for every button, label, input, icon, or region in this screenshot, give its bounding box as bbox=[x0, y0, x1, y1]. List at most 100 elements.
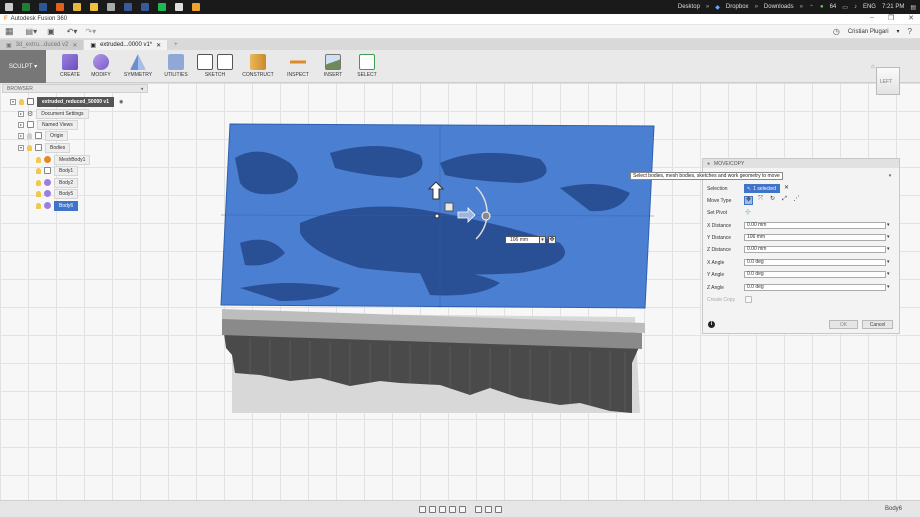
display-settings-icon[interactable] bbox=[474, 505, 482, 513]
browser-body-meshbody1[interactable]: MeshBody1 bbox=[36, 154, 91, 165]
expand-icon[interactable]: ▸ bbox=[18, 121, 24, 128]
grid-menu-icon[interactable]: ▦ bbox=[5, 26, 14, 37]
close-tab-icon[interactable]: ✕ bbox=[72, 42, 77, 49]
facebook-icon[interactable] bbox=[124, 3, 132, 11]
browser-body-body1[interactable]: Body1 bbox=[36, 165, 79, 176]
move-handle-icon[interactable]: ✥ bbox=[548, 236, 556, 244]
downloads-link[interactable]: Downloads bbox=[764, 4, 794, 10]
info-icon[interactable]: i bbox=[708, 321, 715, 328]
construct-menu[interactable]: CONSTRUCT bbox=[236, 50, 280, 83]
x-distance-dropdown-icon[interactable]: ▾ bbox=[887, 222, 890, 228]
orbit-icon[interactable] bbox=[418, 505, 426, 513]
z-distance-input[interactable]: 0.00 mm bbox=[744, 246, 886, 253]
visibility-bulb-icon[interactable] bbox=[36, 190, 41, 197]
browser-item-bodies[interactable]: ▾ Bodies bbox=[18, 142, 71, 153]
tab-document-2[interactable]: ▣ extruded...0000 v1* ✕ bbox=[84, 40, 168, 50]
tray-up-icon[interactable]: ⌃ bbox=[809, 4, 814, 11]
viewcube[interactable]: LEFT bbox=[876, 67, 900, 95]
insert-menu[interactable]: INSERT bbox=[316, 50, 350, 83]
browser-body-body6[interactable]: Body6 bbox=[36, 200, 79, 211]
visibility-bulb-icon[interactable] bbox=[36, 202, 41, 209]
sketch-menu[interactable]: SKETCH bbox=[194, 50, 236, 83]
close-tab-icon[interactable]: ✕ bbox=[156, 42, 161, 49]
undo-icon[interactable]: ↶▾ bbox=[67, 27, 78, 36]
home-icon[interactable]: ⌂ bbox=[871, 64, 875, 70]
browser-body-body2[interactable]: Body2 bbox=[36, 177, 79, 188]
y-angle-dropdown-icon[interactable]: ▾ bbox=[887, 271, 890, 277]
y-distance-dropdown-icon[interactable]: ▾ bbox=[887, 234, 890, 240]
free-move-icon[interactable]: ✥ bbox=[744, 196, 753, 205]
zoom-icon[interactable] bbox=[448, 505, 456, 513]
browser-item-named-views[interactable]: ▸ Named Views bbox=[18, 119, 78, 130]
visibility-bulb-icon[interactable] bbox=[19, 98, 24, 105]
visibility-bulb-icon[interactable] bbox=[36, 156, 41, 163]
fusion-icon[interactable] bbox=[192, 3, 200, 11]
x-angle-input[interactable]: 0.0 deg bbox=[744, 259, 886, 266]
browser-root[interactable]: ▾ extruded_reduced_50000 v1 ◉ bbox=[10, 96, 123, 107]
new-tab-button[interactable]: + bbox=[168, 40, 184, 50]
notification-icon[interactable]: ▤ bbox=[910, 4, 916, 11]
maximize-icon[interactable]: ❐ bbox=[888, 14, 894, 22]
save-icon[interactable]: ▣ bbox=[47, 27, 55, 36]
firefox-icon[interactable] bbox=[56, 3, 64, 11]
chrome-icon[interactable] bbox=[73, 3, 81, 11]
viewports-icon[interactable] bbox=[494, 505, 502, 513]
help-icon[interactable]: ? bbox=[908, 27, 912, 36]
utilities-menu[interactable]: UTILITIES bbox=[158, 50, 194, 83]
expand-icon[interactable]: ▸ bbox=[18, 110, 24, 117]
rotate-icon[interactable]: ↻ bbox=[768, 196, 777, 205]
y-angle-input[interactable]: 0.0 deg bbox=[744, 271, 886, 278]
tooltip-dropdown-icon[interactable]: ▾ bbox=[886, 173, 894, 180]
chat-icon[interactable] bbox=[107, 3, 115, 11]
point-to-point-icon[interactable]: ⤢ bbox=[780, 196, 789, 205]
select-menu[interactable]: SELECT bbox=[350, 50, 384, 83]
minimize-icon[interactable]: – bbox=[870, 14, 874, 22]
z-distance-dropdown-icon[interactable]: ▾ bbox=[887, 246, 890, 252]
distance-input[interactable]: 106 mm bbox=[505, 236, 541, 244]
chevron-down-icon[interactable]: ▾ bbox=[897, 28, 900, 35]
create-menu[interactable]: CREATE bbox=[56, 50, 84, 83]
point-to-position-icon[interactable]: ⋰ bbox=[792, 196, 801, 205]
grid-settings-icon[interactable] bbox=[484, 505, 492, 513]
y-distance-input[interactable]: 106 mm bbox=[744, 234, 886, 241]
job-status-icon[interactable]: ◷ bbox=[833, 27, 840, 36]
plane-handle[interactable] bbox=[444, 202, 454, 212]
expand-icon[interactable]: ▸ bbox=[18, 132, 24, 139]
radio-icon[interactable]: ◉ bbox=[119, 99, 123, 105]
create-copy-checkbox[interactable] bbox=[745, 296, 752, 303]
look-at-icon[interactable] bbox=[428, 505, 436, 513]
browser-item-origin[interactable]: ▸ Origin bbox=[18, 130, 69, 141]
modify-menu[interactable]: MODIFY bbox=[84, 50, 118, 83]
volume-icon[interactable]: ♪ bbox=[854, 4, 857, 10]
z-angle-dropdown-icon[interactable]: ▾ bbox=[887, 284, 890, 290]
user-account[interactable]: Cristian Plugari bbox=[848, 29, 889, 35]
start-icon[interactable] bbox=[5, 3, 13, 11]
pan-icon[interactable] bbox=[438, 505, 446, 513]
language-indicator[interactable]: ENG bbox=[863, 4, 876, 10]
selection-chip[interactable]: ↖ 1 selected bbox=[744, 184, 780, 193]
fit-icon[interactable] bbox=[458, 505, 466, 513]
collapse-toggle-icon[interactable]: ▾ bbox=[18, 144, 24, 151]
cancel-button[interactable]: Cancel bbox=[862, 320, 893, 329]
collapse-toggle-icon[interactable]: ▾ bbox=[10, 98, 16, 105]
ok-button[interactable]: OK bbox=[829, 320, 858, 329]
clear-selection-icon[interactable]: ✕ bbox=[784, 184, 789, 191]
browser-item-document-settings[interactable]: ▸ ⚙ Document Settings bbox=[18, 108, 89, 119]
symmetry-menu[interactable]: SYMMETRY bbox=[118, 50, 158, 83]
dialog-collapse-icon[interactable]: ● bbox=[707, 161, 710, 167]
visibility-bulb-icon[interactable] bbox=[36, 167, 41, 174]
browser-body-body5[interactable]: Body5 bbox=[36, 188, 79, 199]
rotate-handle-dot[interactable] bbox=[481, 211, 491, 221]
visibility-bulb-icon[interactable] bbox=[27, 132, 32, 139]
x-distance-input[interactable]: 0.00 mm bbox=[744, 222, 886, 229]
x-angle-dropdown-icon[interactable]: ▾ bbox=[887, 259, 890, 265]
network-icon[interactable]: ▭ bbox=[842, 4, 848, 11]
clock[interactable]: 7:21 PM bbox=[882, 4, 904, 10]
close-icon[interactable]: ✕ bbox=[908, 14, 914, 22]
root-label[interactable]: extruded_reduced_50000 v1 bbox=[37, 96, 114, 107]
tab-document-1[interactable]: ▣ 3d_extru...duced v2 ✕ bbox=[0, 40, 84, 50]
translate-icon[interactable]: ⤧ bbox=[756, 196, 765, 205]
word-icon[interactable] bbox=[39, 3, 47, 11]
z-angle-input[interactable]: 0.0 deg bbox=[744, 284, 886, 291]
pivot-origin[interactable] bbox=[434, 213, 440, 219]
